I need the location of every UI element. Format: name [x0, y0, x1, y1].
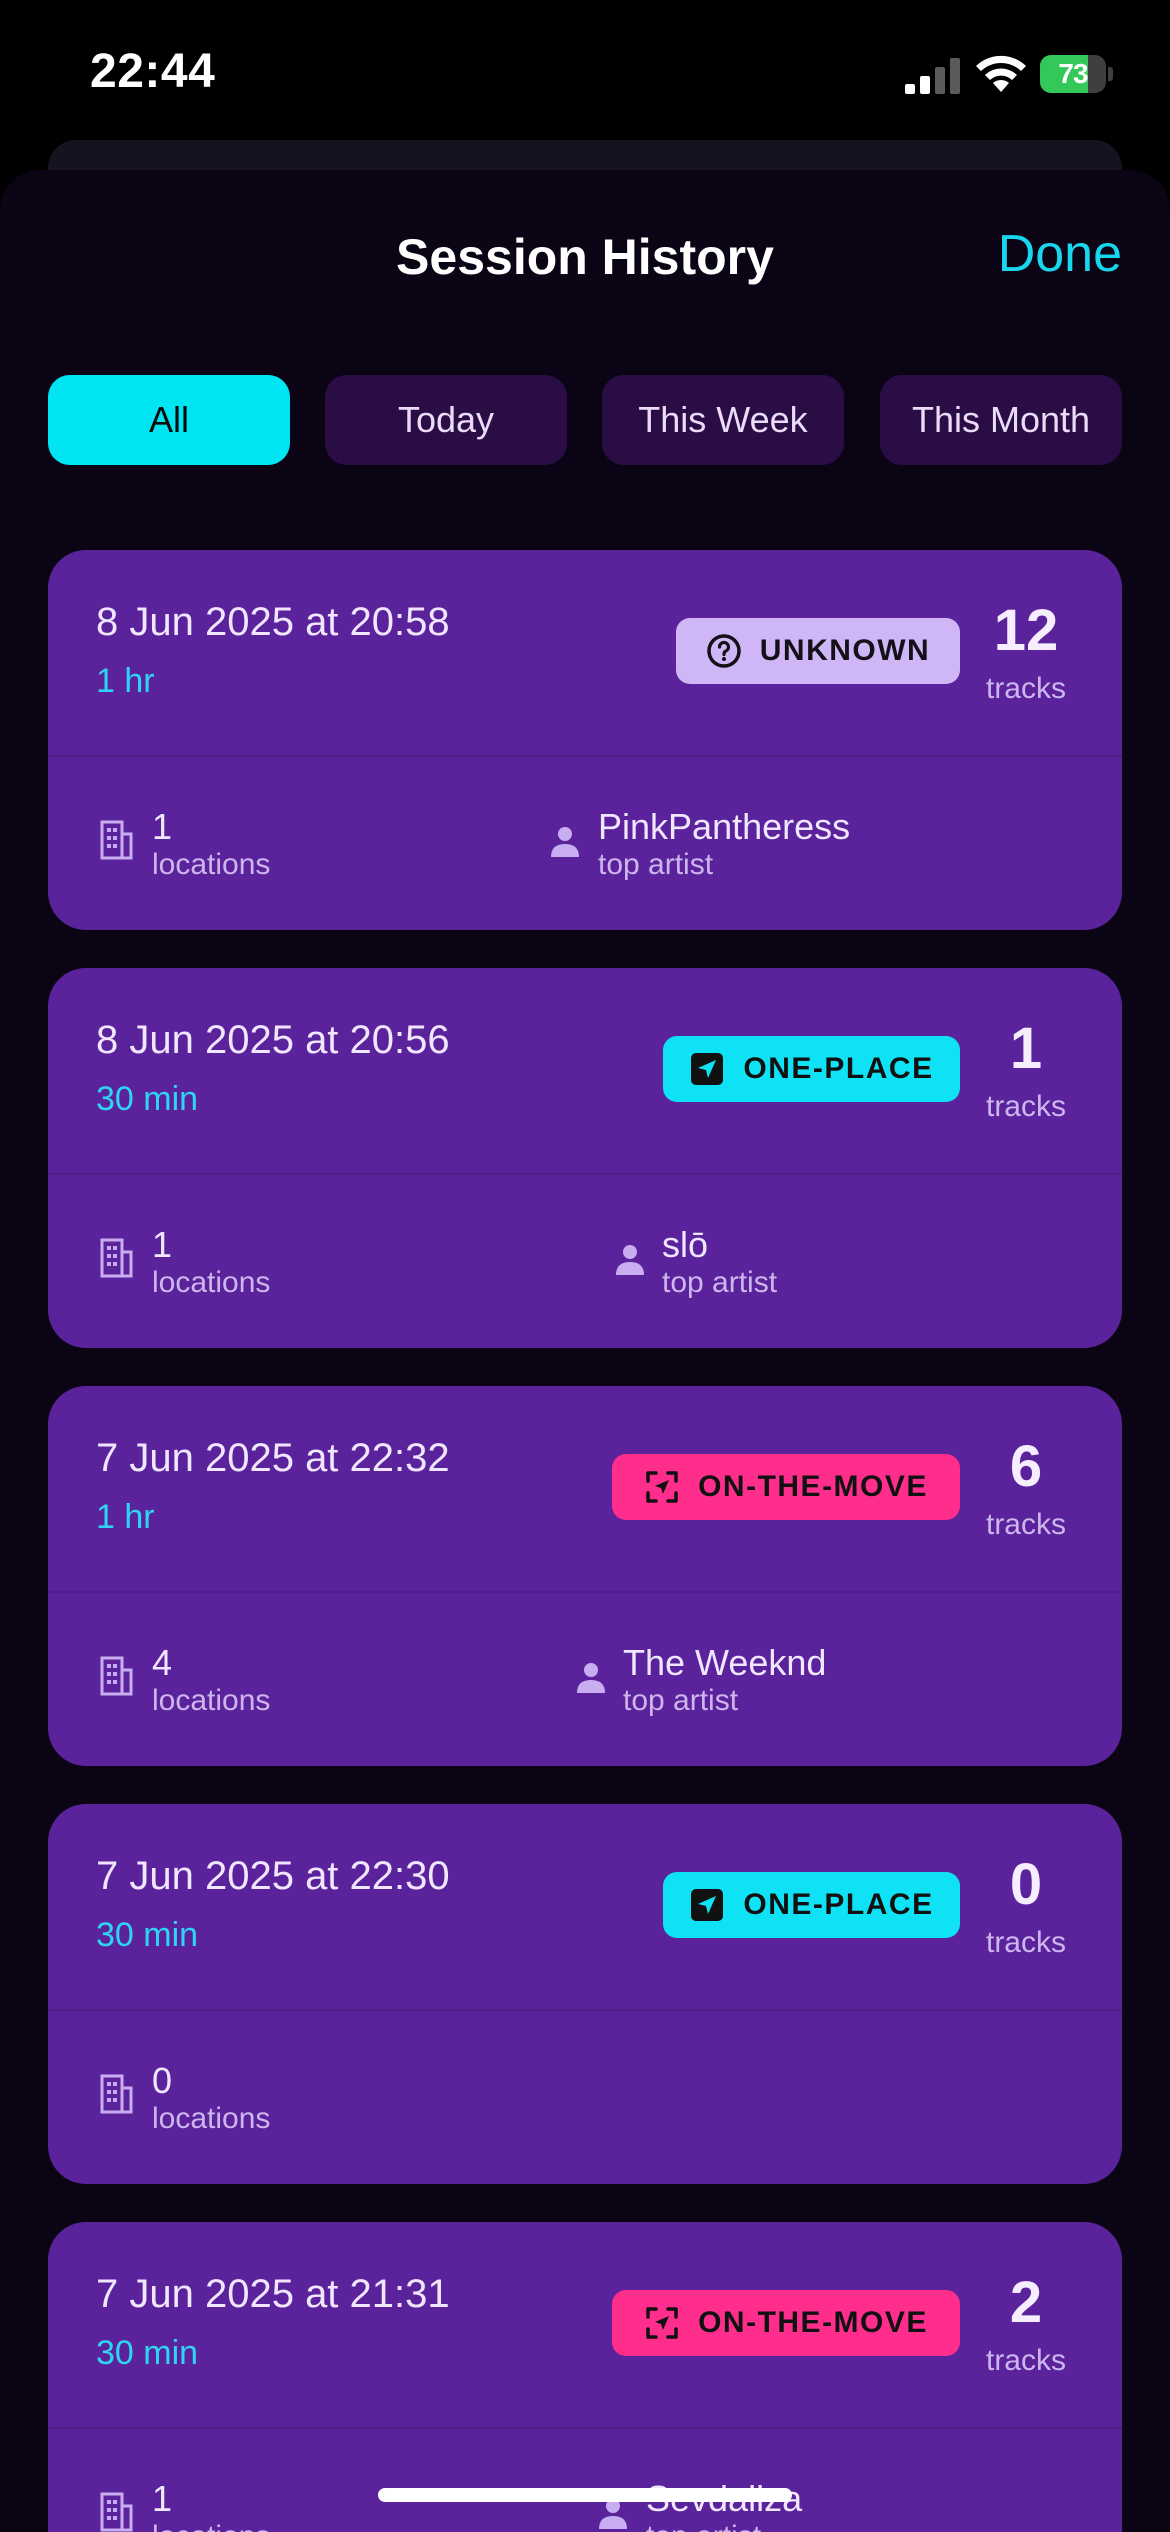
- session-type-label: ONE-PLACE: [743, 1888, 934, 1921]
- session-card-header: [48, 1804, 1122, 2011]
- session-card-header: [48, 2222, 1122, 2429]
- track-count: 0: [1009, 1852, 1043, 1917]
- session-type-badge: ONE-PLACE: [663, 1036, 960, 1102]
- building-icon: [100, 1656, 133, 1696]
- session-card[interactable]: 7 Jun 2025 at 21:31 30 min ON-THE-MOVE 2…: [48, 2222, 1122, 2532]
- building-icon: [100, 1238, 133, 1278]
- location-count: 1: [152, 2478, 173, 2519]
- track-count-label: tracks: [985, 1508, 1066, 1541]
- session-date: 7 Jun 2025 at 22:32: [96, 1436, 450, 1480]
- session-duration: 1 hr: [96, 662, 155, 700]
- session-history-sheet: Session History Done All Today This Week…: [0, 170, 1170, 2532]
- session-date: 7 Jun 2025 at 22:30: [96, 1854, 450, 1898]
- cellular-signal-icon: [905, 58, 960, 94]
- location-count: 4: [152, 1642, 173, 1683]
- session-card-header: [48, 550, 1122, 757]
- location-count-label: locations: [152, 1684, 271, 1717]
- top-artist-label: top artist: [662, 1266, 778, 1299]
- filter-this-month[interactable]: This Month: [880, 375, 1122, 465]
- session-card-header: [48, 968, 1122, 1175]
- status-bar: 22:44 73: [0, 0, 1170, 150]
- top-artist-name: PinkPantheress: [598, 806, 851, 847]
- page-title: Session History: [396, 229, 774, 285]
- location-count: 0: [152, 2060, 173, 2101]
- top-artist-label: top artist: [598, 848, 714, 881]
- location-count-label: locations: [152, 1266, 271, 1299]
- track-count-label: tracks: [985, 1090, 1066, 1123]
- track-count-label: tracks: [985, 2344, 1066, 2377]
- session-duration: 30 min: [96, 1080, 199, 1118]
- done-button[interactable]: Done: [998, 224, 1122, 284]
- session-type-label: ONE-PLACE: [743, 1052, 934, 1085]
- session-type-badge: ON-THE-MOVE: [612, 1454, 960, 1520]
- status-time: 22:44: [90, 45, 216, 98]
- building-icon: [100, 820, 133, 860]
- location-count-label: locations: [152, 848, 271, 881]
- filter-bar: All Today This Week This Month: [48, 375, 1122, 465]
- track-count-label: tracks: [985, 672, 1066, 705]
- battery-icon: 73: [1040, 55, 1113, 93]
- location-count: 1: [152, 1224, 173, 1265]
- location-arrow-icon: [691, 1053, 724, 1085]
- session-card[interactable]: 8 Jun 2025 at 20:58 1 hr UNKNOWN 12 trac…: [48, 550, 1122, 930]
- top-artist-name: The Weeknd: [623, 1642, 827, 1683]
- track-count: 1: [1009, 1016, 1043, 1081]
- session-type-badge: UNKNOWN: [676, 618, 960, 684]
- session-date: 7 Jun 2025 at 21:31: [96, 2272, 450, 2316]
- person-icon: [577, 1663, 605, 1693]
- session-duration: 30 min: [96, 2334, 199, 2372]
- session-type-badge: ON-THE-MOVE: [612, 2290, 960, 2356]
- session-duration: 1 hr: [96, 1498, 155, 1536]
- session-card-header: [48, 1386, 1122, 1593]
- top-artist-label: top artist: [646, 2520, 761, 2532]
- question-circle-icon: [707, 634, 741, 668]
- session-date: 8 Jun 2025 at 20:58: [96, 600, 450, 644]
- home-indicator[interactable]: [378, 2488, 792, 2502]
- session-type-label: ON-THE-MOVE: [698, 1470, 928, 1503]
- person-icon: [616, 1245, 644, 1275]
- session-type-badge: ONE-PLACE: [663, 1872, 960, 1938]
- session-card[interactable]: 8 Jun 2025 at 20:56 30 min ONE-PLACE 1 t…: [48, 968, 1122, 1348]
- session-card[interactable]: 7 Jun 2025 at 22:32 1 hr ON-THE-MOVE 6 t…: [48, 1386, 1122, 1766]
- session-date: 8 Jun 2025 at 20:56: [96, 1018, 450, 1062]
- wifi-icon: [976, 55, 1026, 92]
- track-count: 2: [1009, 2270, 1043, 2335]
- location-count: 1: [152, 806, 173, 847]
- session-type-label: ON-THE-MOVE: [698, 2306, 928, 2339]
- location-arrow-icon: [691, 1889, 724, 1921]
- building-icon: [100, 2074, 133, 2114]
- track-count-label: tracks: [985, 1926, 1066, 1959]
- location-count-label: locations: [152, 2102, 271, 2135]
- battery-percentage: 73: [1058, 58, 1088, 89]
- track-count: 6: [1009, 1434, 1043, 1499]
- track-count: 12: [993, 598, 1059, 663]
- session-type-label: UNKNOWN: [759, 634, 931, 667]
- scan-frame-icon: [646, 1471, 678, 1503]
- person-icon: [551, 827, 579, 857]
- scan-frame-icon: [646, 2307, 678, 2339]
- session-duration: 30 min: [96, 1916, 199, 1954]
- filter-all[interactable]: All: [48, 375, 290, 465]
- session-card[interactable]: 7 Jun 2025 at 22:30 30 min ONE-PLACE 0 t…: [48, 1804, 1122, 2184]
- top-artist-name: slō: [662, 1224, 709, 1265]
- top-artist-label: top artist: [623, 1684, 739, 1717]
- filter-this-week[interactable]: This Week: [602, 375, 844, 465]
- location-count-label: locations: [152, 2520, 270, 2532]
- building-icon: [100, 2492, 133, 2532]
- filter-today[interactable]: Today: [325, 375, 567, 465]
